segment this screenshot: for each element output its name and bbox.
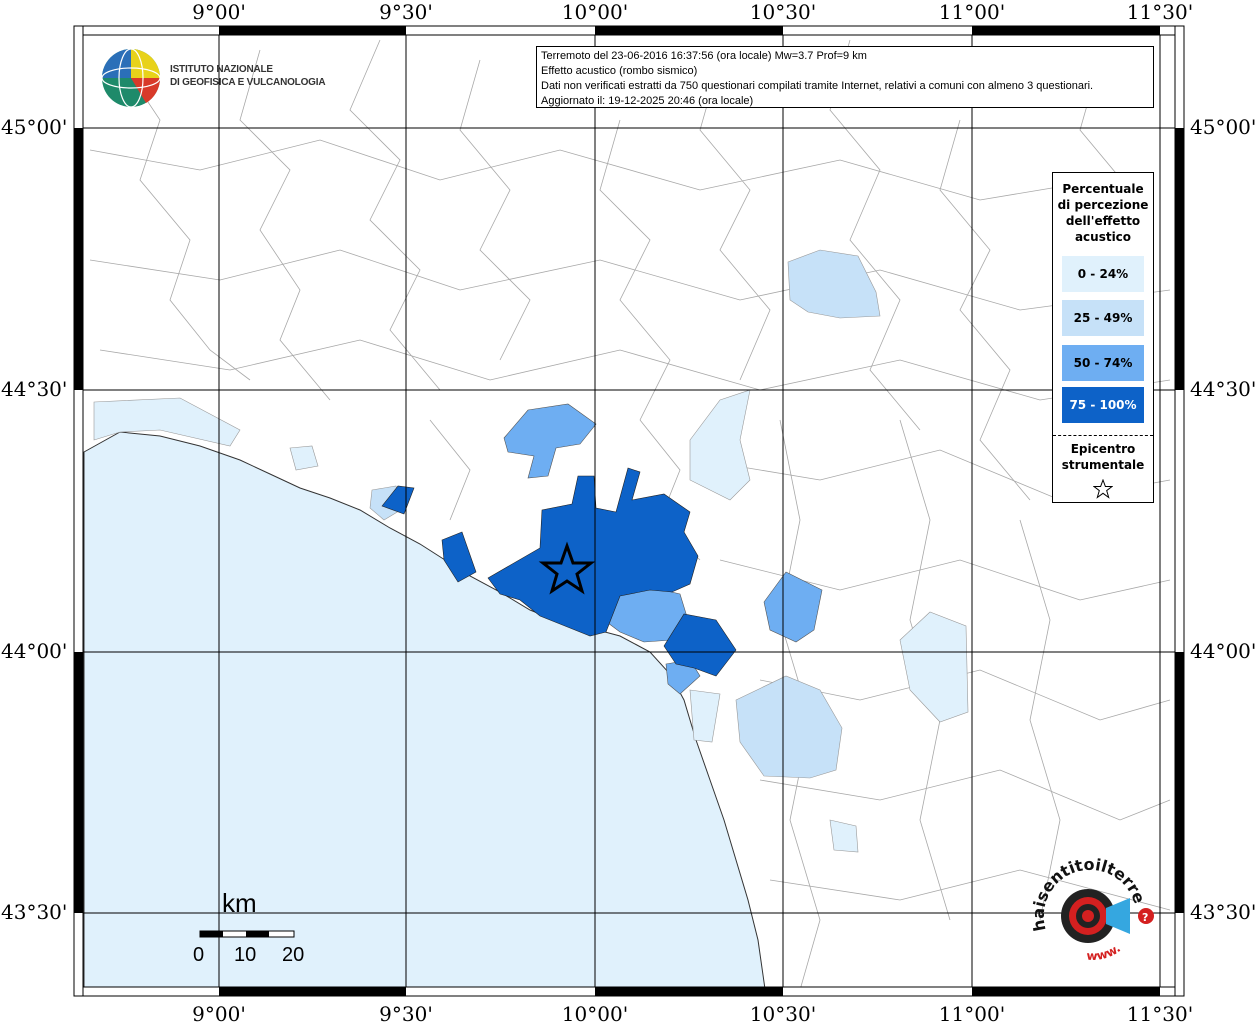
lat-label-right: 44°00'	[1190, 639, 1255, 663]
legend-epicenter-line: strumentale	[1061, 458, 1145, 472]
lat-label-left: 45°00'	[1, 115, 68, 139]
brand-tld-text: .it	[0, 0, 4, 4]
ingv-logo-line: DI GEOFISICA E VULCANOLOGIA	[170, 77, 326, 88]
legend-epicenter-label: Epicentro strumentale	[1053, 441, 1153, 473]
scale-tick: 0	[193, 944, 205, 966]
ingv-logo-text: ISTITUTO NAZIONALE DI GEOFISICA E VULCAN…	[170, 63, 326, 89]
legend-class-25-49: 25 - 49%	[1062, 300, 1144, 336]
legend: Percentuale di percezione dell'effetto a…	[1052, 172, 1154, 503]
svg-text:?: ?	[1142, 911, 1148, 924]
lat-label-right: 43°30'	[1190, 900, 1255, 924]
legend-title: Percentuale di percezione dell'effetto a…	[1053, 181, 1153, 245]
legend-title-line: dell'effetto	[1065, 214, 1141, 228]
ingv-globe-icon	[101, 48, 161, 108]
map-canvas: ? haisentitoilterremoto.it www.	[0, 0, 1185, 997]
lat-label-right: 44°30'	[1190, 377, 1255, 401]
legend-class-75-100: 75 - 100%	[1062, 387, 1144, 423]
lon-label-top: 10°30'	[749, 0, 817, 24]
legend-title-line: acustico	[1074, 230, 1132, 244]
event-info-line: Terremoto del 23-06-2016 16:37:56 (ora l…	[541, 50, 867, 62]
lon-label-top: 10°00'	[561, 0, 629, 24]
lat-label-left: 43°30'	[1, 900, 68, 924]
scale-bar	[199, 930, 295, 938]
scale-tick: 20	[282, 944, 305, 966]
lon-label-bottom: 9°00'	[192, 1002, 246, 1026]
legend-class-0-24: 0 - 24%	[1062, 256, 1144, 292]
event-info-line: Effetto acustico (rombo sismico)	[541, 65, 698, 77]
legend-title-line: Percentuale	[1062, 182, 1144, 196]
lat-label-left: 44°30'	[1, 377, 68, 401]
lon-label-top: 11°00'	[938, 0, 1006, 24]
legend-star-icon	[1093, 479, 1113, 499]
lon-label-bottom: 10°00'	[561, 1002, 629, 1026]
event-info-line: Aggiornato il: 19-12-2025 20:46 (ora loc…	[541, 95, 754, 107]
event-info-line: Dati non verificati estratti da 750 ques…	[541, 80, 1094, 92]
event-info-box: Terremoto del 23-06-2016 16:37:56 (ora l…	[536, 46, 1154, 108]
lon-label-bottom: 9°30'	[379, 1002, 433, 1026]
lon-label-bottom: 10°30'	[749, 1002, 817, 1026]
legend-title-line: di percezione	[1057, 198, 1149, 212]
scale-unit: km	[222, 888, 257, 918]
legend-epicenter-line: Epicentro	[1070, 442, 1136, 456]
lat-label-left: 44°00'	[1, 639, 68, 663]
lon-label-bottom: 11°00'	[938, 1002, 1006, 1026]
lon-label-bottom: 11°30'	[1126, 1002, 1194, 1026]
lon-label-top: 9°00'	[192, 0, 246, 24]
lon-label-top: 11°30'	[1126, 0, 1194, 24]
lat-label-right: 45°00'	[1190, 115, 1255, 139]
legend-divider	[1053, 435, 1153, 436]
legend-class-50-74: 50 - 74%	[1062, 345, 1144, 381]
macroseismic-map: ? haisentitoilterremoto.it www. 9°00' 9°…	[0, 0, 1255, 1026]
scale-tick: 10	[234, 944, 257, 966]
lon-label-top: 9°30'	[379, 0, 433, 24]
ingv-logo-line: ISTITUTO NAZIONALE	[170, 64, 273, 75]
